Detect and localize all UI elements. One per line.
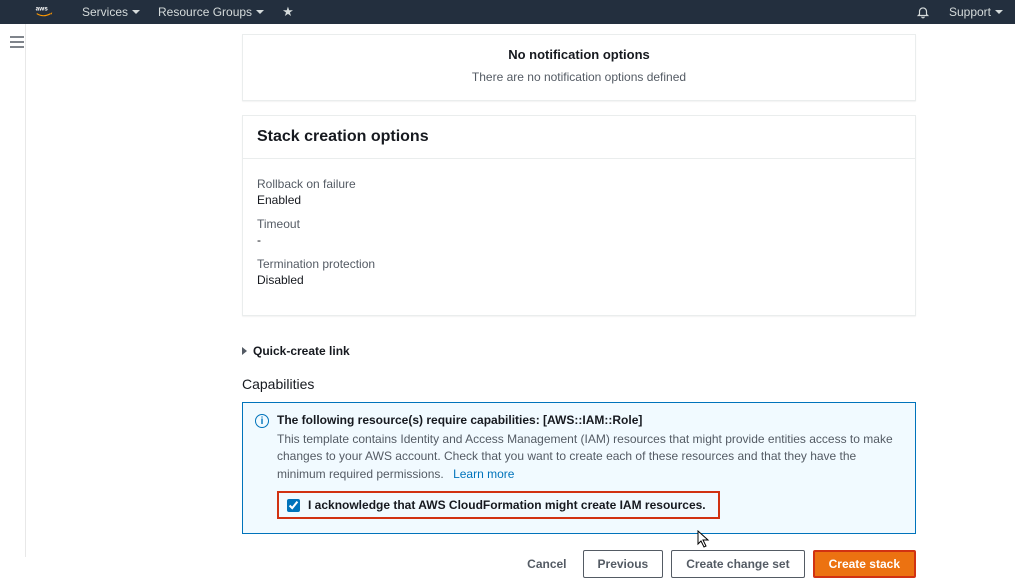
svg-text:aws: aws <box>36 5 49 12</box>
capabilities-info-text: This template contains Identity and Acce… <box>277 432 893 481</box>
acknowledge-checkbox[interactable] <box>287 499 300 512</box>
services-menu[interactable]: Services <box>82 5 140 19</box>
notification-title: No notification options <box>263 47 895 62</box>
chevron-down-icon <box>256 10 264 14</box>
quick-create-link-label: Quick-create link <box>253 344 350 358</box>
create-change-set-button[interactable]: Create change set <box>671 550 804 578</box>
notifications-icon[interactable] <box>915 4 931 20</box>
capabilities-info-panel: i The following resource(s) require capa… <box>242 402 916 534</box>
aws-logo[interactable]: aws <box>34 4 64 20</box>
capabilities-header: Capabilities <box>242 376 916 392</box>
support-label: Support <box>949 5 991 19</box>
footer-buttons: Cancel Previous Create change set Create… <box>242 550 916 582</box>
previous-button[interactable]: Previous <box>583 550 664 578</box>
info-icon: i <box>255 414 269 428</box>
services-label: Services <box>82 5 128 19</box>
timeout-label: Timeout <box>257 217 901 231</box>
chevron-down-icon <box>132 10 140 14</box>
rollback-label: Rollback on failure <box>257 177 901 191</box>
resource-groups-label: Resource Groups <box>158 5 252 19</box>
stack-options-header: Stack creation options <box>243 116 915 159</box>
chevron-down-icon <box>995 10 1003 14</box>
stack-creation-options-panel: Stack creation options Rollback on failu… <box>242 115 916 316</box>
create-stack-button[interactable]: Create stack <box>813 550 916 578</box>
pin-icon[interactable]: ★ <box>282 4 294 20</box>
support-menu[interactable]: Support <box>949 5 1003 19</box>
acknowledge-box: I acknowledge that AWS CloudFormation mi… <box>277 491 720 519</box>
capabilities-info-title: The following resource(s) require capabi… <box>277 413 903 427</box>
acknowledge-label: I acknowledge that AWS CloudFormation mi… <box>308 498 706 512</box>
capabilities-info-desc: This template contains Identity and Acce… <box>277 431 903 483</box>
termination-label: Termination protection <box>257 257 901 271</box>
learn-more-link[interactable]: Learn more <box>453 467 514 481</box>
cancel-button[interactable]: Cancel <box>519 550 574 578</box>
top-nav: aws Services Resource Groups ★ Support <box>0 0 1015 24</box>
resource-groups-menu[interactable]: Resource Groups <box>158 5 264 19</box>
notification-options-panel: No notification options There are no not… <box>242 34 916 101</box>
quick-create-link-toggle[interactable]: Quick-create link <box>242 344 916 358</box>
notification-subtitle: There are no notification options define… <box>263 70 895 84</box>
rollback-value: Enabled <box>257 193 901 207</box>
caret-right-icon <box>242 347 247 355</box>
timeout-value: - <box>257 233 901 247</box>
termination-value: Disabled <box>257 273 901 287</box>
